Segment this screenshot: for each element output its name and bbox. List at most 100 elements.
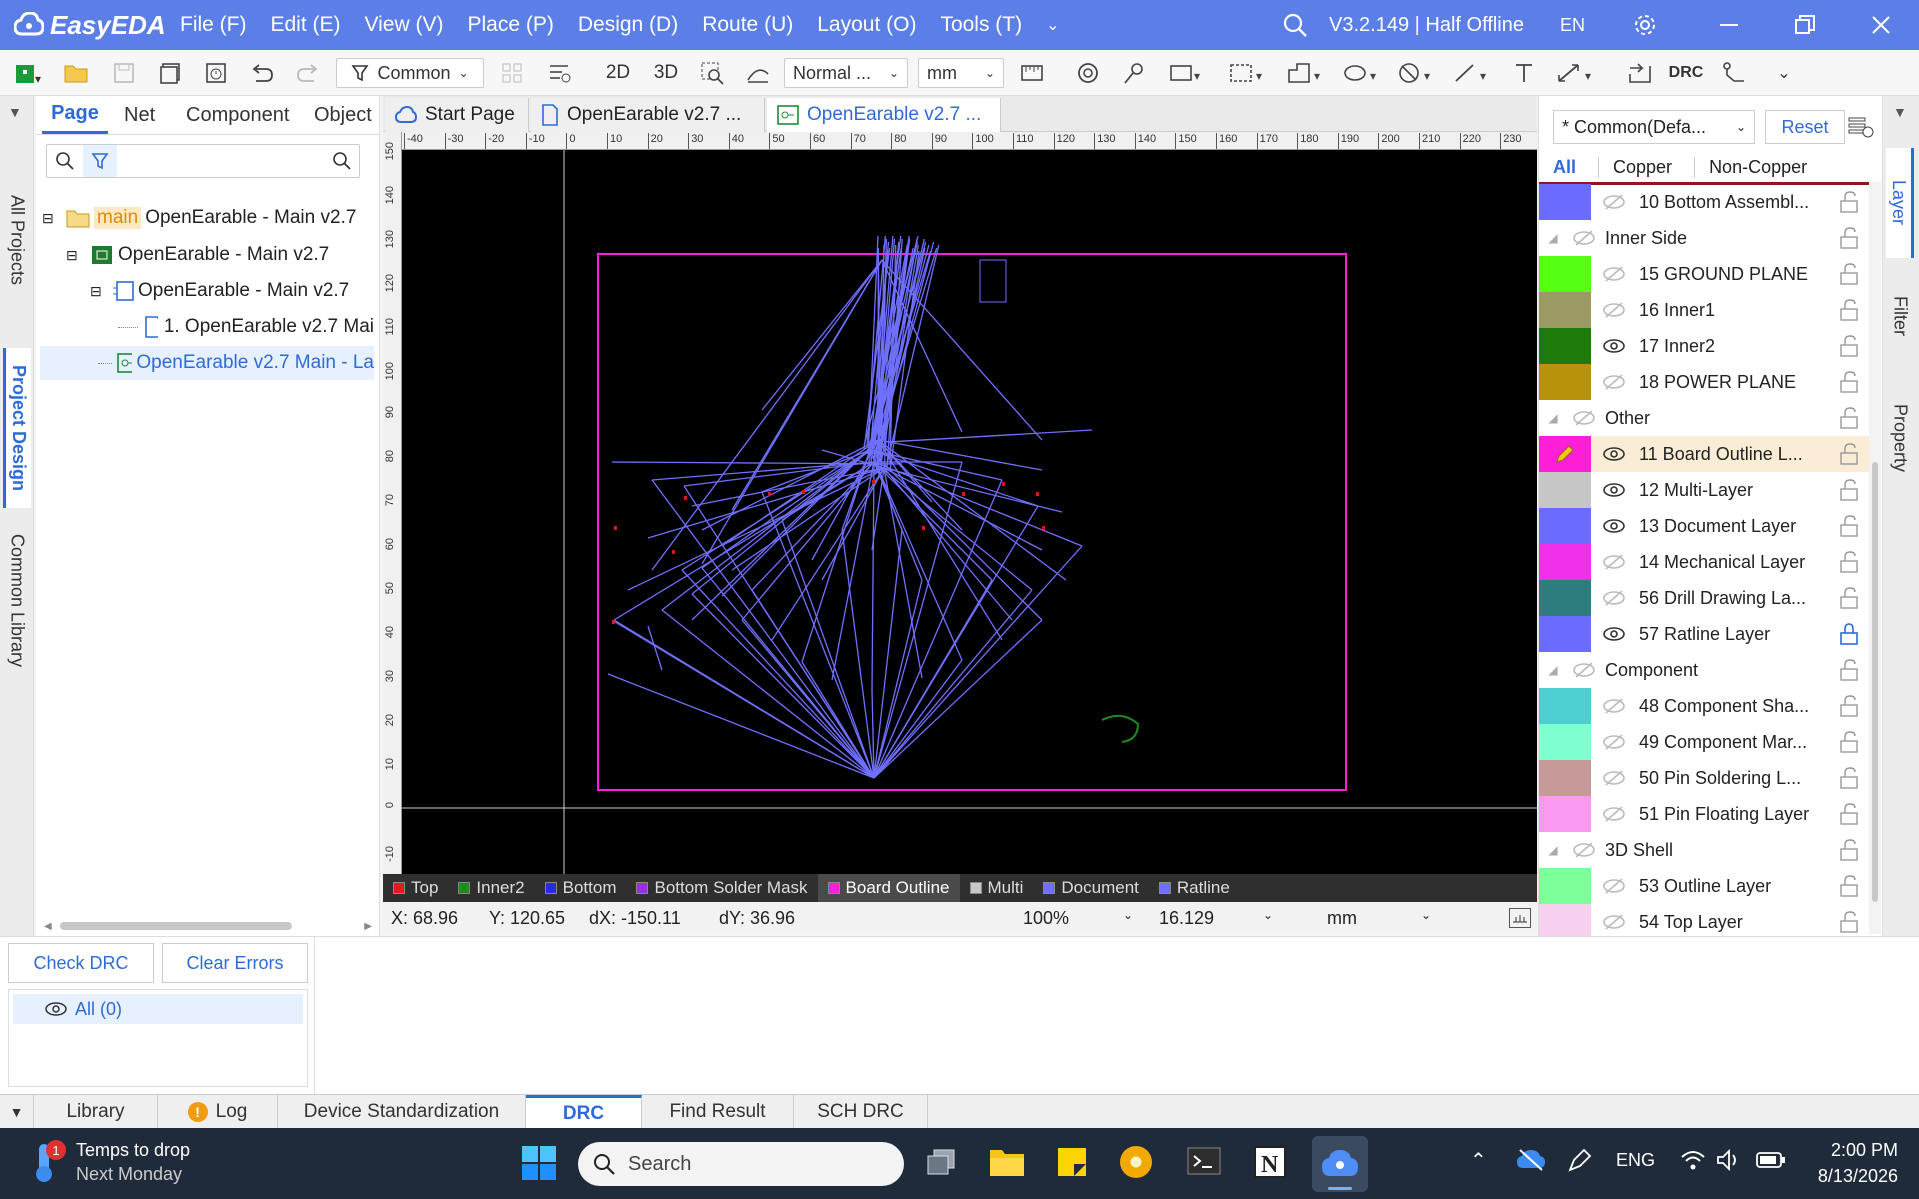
eye-off-icon[interactable] [1567,410,1601,426]
eye-off-icon[interactable] [1567,662,1601,678]
tree-item-board[interactable]: ⊟ OpenEarable - Main v2.7 [66,238,374,272]
layer-row[interactable]: 48 Component Sha... [1539,688,1869,724]
layer-row[interactable]: 54 Top Layer [1539,904,1869,936]
route-mode-icon[interactable] [742,58,774,88]
layer-color-swatch[interactable] [1539,688,1591,724]
layer-row[interactable]: 11 Board Outline L... [1539,436,1869,472]
history-icon[interactable] [200,58,232,88]
import-icon[interactable] [1624,58,1656,88]
tree-item-pcb-selected[interactable]: OpenEarable v2.7 Main - La [40,346,374,380]
layer-group-inner-side[interactable]: ◢ Inner Side [1539,220,1869,256]
restore-icon[interactable] [1767,14,1843,36]
battery-icon[interactable] [1756,1150,1786,1175]
tab-layer[interactable]: Layer [1886,148,1914,258]
layer-color-swatch[interactable] [1539,796,1591,832]
tab-sch-drc[interactable]: SCH DRC [794,1095,928,1129]
menu-view[interactable]: View (V) [365,13,444,37]
layer-color-swatch[interactable] [1539,508,1591,544]
layer-color-swatch[interactable] [1539,904,1591,936]
grid-align-icon[interactable] [496,58,528,88]
eye-icon[interactable] [1597,519,1631,533]
layer-group-component[interactable]: ◢ Component [1539,652,1869,688]
tab-pcb-doc-active[interactable]: OpenEarable v2.7 ... [767,98,1001,132]
filter-tab-all[interactable]: All [1553,157,1576,178]
menu-edit[interactable]: Edit (E) [271,13,341,37]
layer-row[interactable]: 56 Drill Drawing La... [1539,580,1869,616]
rect-select-icon[interactable]: ▾ [1166,58,1206,88]
ruler-icon[interactable] [1016,58,1048,88]
menu-design[interactable]: Design (D) [578,13,678,37]
collapse-icon[interactable]: ⊟ [66,247,86,264]
tab-filter[interactable]: Filter [1886,266,1914,366]
eye-icon[interactable] [45,1002,67,1016]
filter-tab-non-copper[interactable]: Non-Copper [1694,156,1807,178]
layer-color-swatch[interactable] [1539,472,1591,508]
unlock-icon[interactable] [1829,587,1869,609]
weather-widget-icon[interactable]: 1 [28,1140,68,1186]
layer-row[interactable]: 17 Inner2 [1539,328,1869,364]
unlock-icon[interactable] [1829,731,1869,753]
eye-off-icon[interactable] [1597,770,1631,786]
language-selector[interactable]: EN [1560,15,1585,36]
layer-color-swatch[interactable] [1539,256,1591,292]
eye-off-icon[interactable] [1597,302,1631,318]
search-icon[interactable] [1275,12,1315,38]
tab-device-standardization[interactable]: Device Standardization [278,1095,526,1129]
eye-icon[interactable] [1597,447,1631,461]
toolbar-more-chevron-icon[interactable]: ⌄ [1768,58,1800,88]
eye-icon[interactable] [1597,627,1631,641]
unlock-icon[interactable] [1829,407,1869,429]
layer-row[interactable]: 57 Ratline Layer [1539,616,1869,652]
horizontal-scrollbar[interactable]: ◀ ▶ [44,920,372,932]
clock-date[interactable]: 8/13/2026 [1800,1166,1898,1187]
close-icon[interactable] [1843,14,1919,36]
dimension-icon[interactable]: ▾ [1552,58,1600,88]
tab-page[interactable]: Page [42,96,108,134]
view-2d-button[interactable]: 2D [600,58,636,88]
check-drc-button[interactable]: Check DRC [8,943,154,983]
layer-row[interactable]: 18 POWER PLANE [1539,364,1869,400]
reset-button[interactable]: Reset [1765,110,1845,144]
tab-find-result[interactable]: Find Result [642,1095,794,1129]
ellipse-icon[interactable]: ▾ [1340,58,1384,88]
pin-icon[interactable]: ▼ [0,1095,34,1129]
layer-row[interactable]: 10 Bottom Assembl... [1539,184,1869,220]
tree-item-sheet[interactable]: 1. OpenEarable v2.7 Mai [118,310,374,344]
collapse-triangle-icon[interactable]: ◢ [1539,231,1567,245]
tab-property[interactable]: Property [1886,368,1914,508]
legend-item-document[interactable]: Document [1033,874,1148,902]
tab-start-page[interactable]: Start Page [385,98,529,132]
eye-off-icon[interactable] [1597,878,1631,894]
tab-component[interactable]: Component [186,96,289,134]
onedrive-icon[interactable] [1516,1148,1546,1177]
start-windows-icon[interactable] [520,1144,560,1184]
legend-item-top[interactable]: Top [383,874,448,902]
unlock-icon[interactable] [1829,299,1869,321]
drc-button[interactable]: DRC [1668,58,1704,88]
easyeda-taskbar-icon[interactable] [1312,1136,1368,1192]
status-unit-dropdown[interactable]: mm ⌄ [1327,908,1431,929]
undo-icon[interactable] [246,58,278,88]
layer-color-swatch[interactable] [1539,184,1591,220]
eye-off-icon[interactable] [1597,734,1631,750]
filter-tab-copper[interactable]: Copper [1598,156,1672,178]
eye-off-icon[interactable] [1597,266,1631,282]
layer-color-swatch[interactable] [1539,328,1591,364]
volume-icon[interactable] [1716,1148,1742,1177]
unlock-icon[interactable] [1829,803,1869,825]
layer-row[interactable]: 12 Multi-Layer [1539,472,1869,508]
clock-time[interactable]: 2:00 PM [1806,1140,1898,1161]
layer-scrollbar[interactable] [1869,182,1881,934]
eye-off-icon[interactable] [1597,590,1631,606]
tab-all-projects[interactable]: All Projects [3,140,31,340]
legend-item-inner2[interactable]: Inner2 [448,874,534,902]
layer-row[interactable]: 15 GROUND PLANE [1539,256,1869,292]
unlock-icon[interactable] [1829,551,1869,573]
menu-file[interactable]: File (F) [180,13,247,37]
legend-item-board-outline[interactable]: Board Outline [817,874,960,902]
unlock-icon[interactable] [1829,371,1869,393]
tab-library[interactable]: Library [34,1095,158,1129]
layer-color-swatch[interactable] [1539,292,1591,328]
unlock-icon[interactable] [1829,443,1869,465]
tree-item-project[interactable]: ⊟ main OpenEarable - Main v2.7 [42,201,374,235]
